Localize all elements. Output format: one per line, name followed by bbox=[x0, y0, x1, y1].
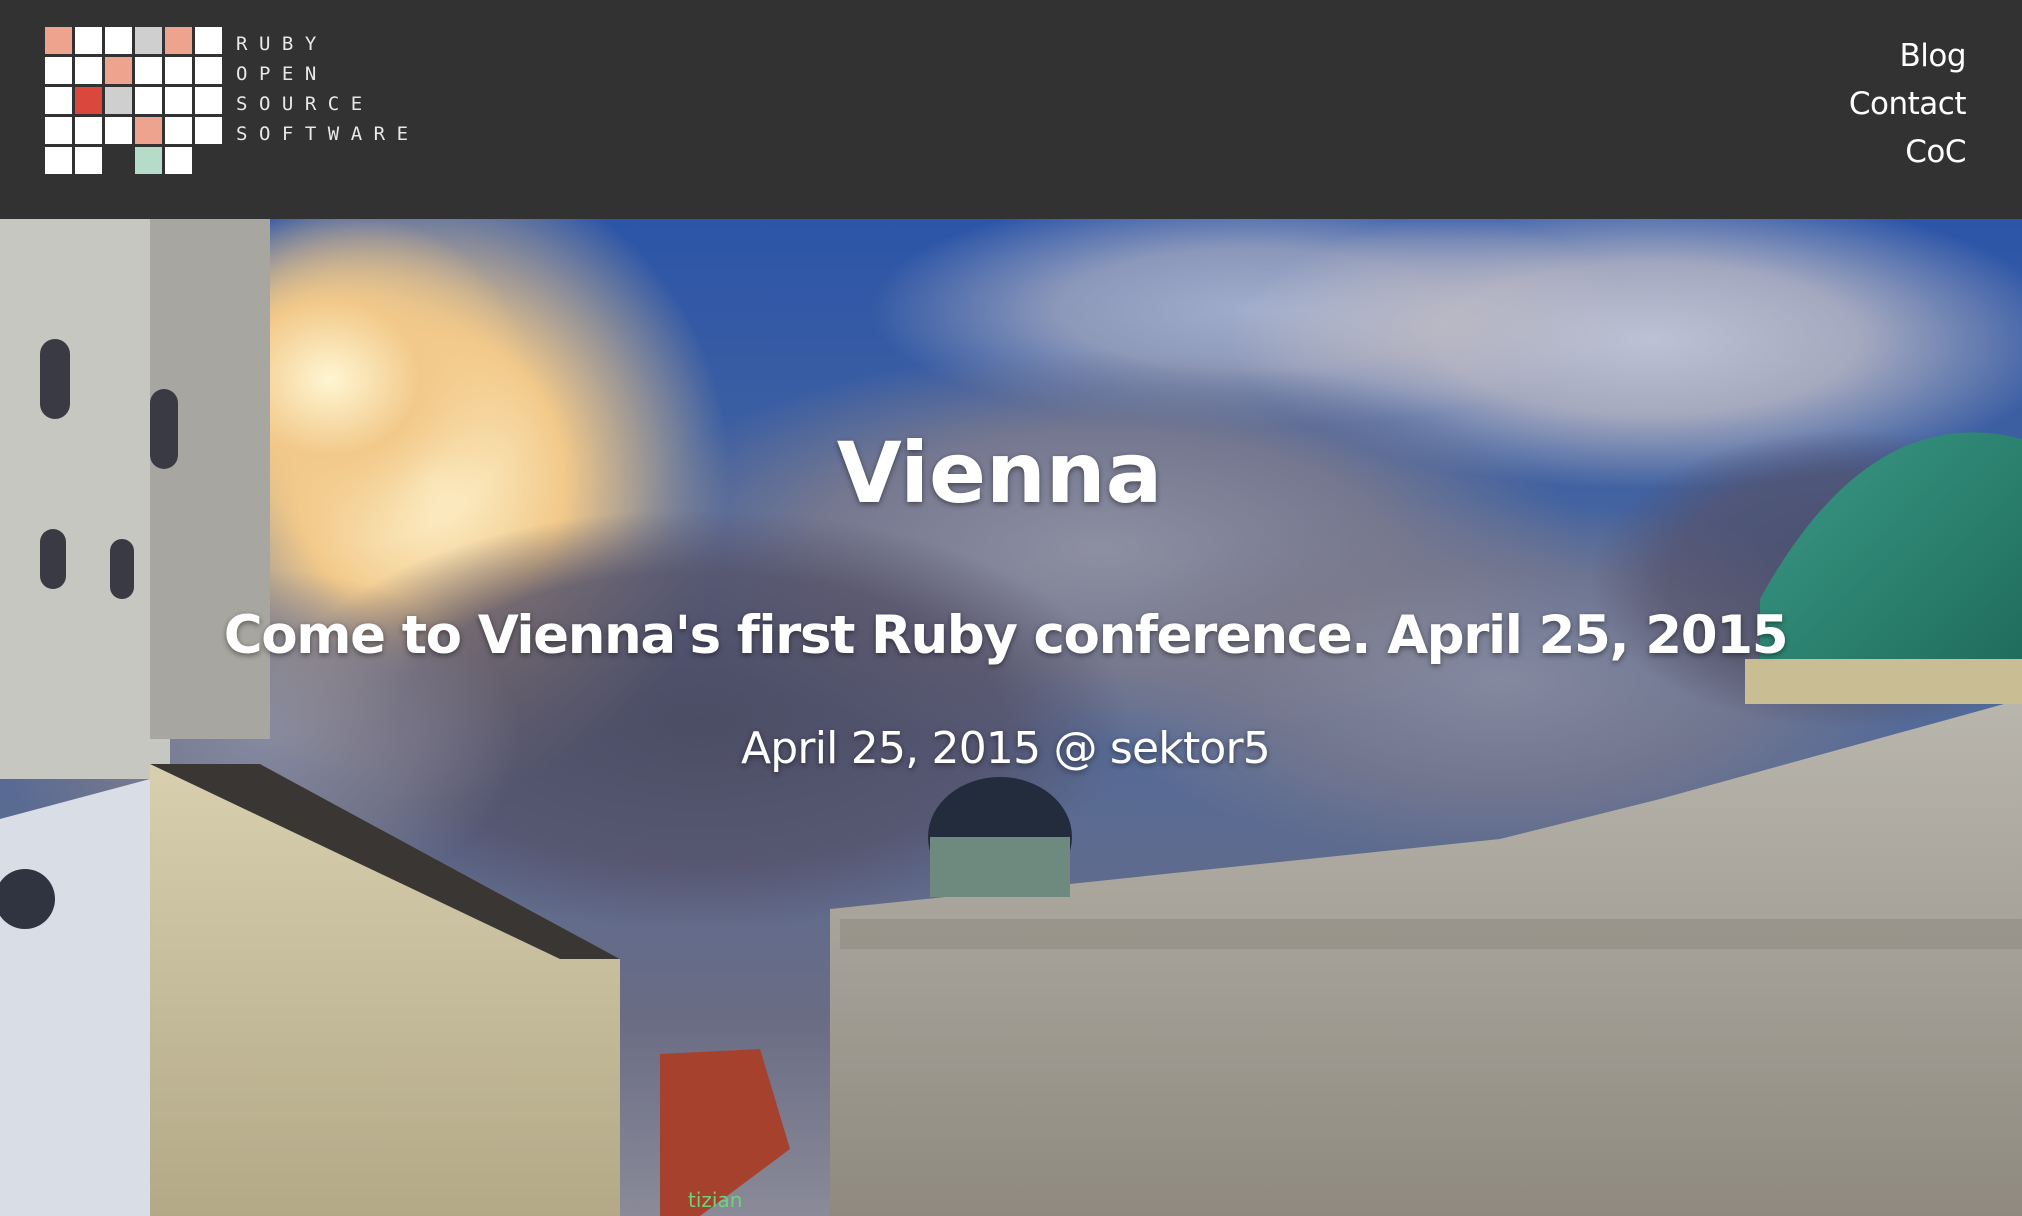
nav-link-contact[interactable]: Contact bbox=[1849, 80, 1967, 128]
logo-grid-cell bbox=[45, 117, 72, 144]
logo-grid-cell bbox=[105, 87, 132, 114]
logo-grid-cell bbox=[165, 87, 192, 114]
logo-grid-cell bbox=[105, 117, 132, 144]
vienna-hofburg-photo: tizian bbox=[0, 219, 2022, 1216]
logo-grid-cell bbox=[45, 57, 72, 84]
logo-grid-cell bbox=[45, 147, 72, 174]
logo-grid-cell bbox=[195, 57, 222, 84]
logo-grid-cell bbox=[195, 87, 222, 114]
site-header: RUBY OPEN SOURCE SOFTWARE Blog Contact C… bbox=[0, 0, 2022, 219]
logo-grid-cell bbox=[45, 27, 72, 54]
logo-grid-cell bbox=[135, 147, 162, 174]
logo-grid-cell bbox=[75, 117, 102, 144]
logo-line-software: SOFTWARE bbox=[236, 123, 420, 145]
logo-wordmark: RUBY OPEN SOURCE SOFTWARE bbox=[236, 29, 420, 149]
logo-grid-cell bbox=[195, 117, 222, 144]
main-nav: Blog Contact CoC bbox=[1849, 32, 1967, 176]
logo-grid-cell bbox=[195, 147, 222, 174]
nav-link-blog[interactable]: Blog bbox=[1849, 32, 1966, 80]
event-tagline: Come to Vienna's first Ruby conference. … bbox=[223, 605, 1789, 666]
logo-grid-cell bbox=[165, 117, 192, 144]
hero-banner: tizian Vienna Come to Vienna's first Rub… bbox=[0, 219, 2022, 1216]
logo-grid-cell bbox=[165, 57, 192, 84]
event-date-venue: April 25, 2015 @ sektor5 bbox=[741, 723, 1271, 774]
logo-grid-cell bbox=[105, 57, 132, 84]
event-city-title: Vienna bbox=[836, 424, 1163, 522]
logo-grid-cell bbox=[75, 27, 102, 54]
logo-grid-cell bbox=[75, 87, 102, 114]
logo-line-source: SOURCE bbox=[236, 93, 374, 115]
nav-link-coc[interactable]: CoC bbox=[1849, 128, 1966, 176]
logo-grid-cell bbox=[165, 27, 192, 54]
logo-line-open: OPEN bbox=[236, 63, 328, 85]
logo-grid-cell bbox=[165, 147, 192, 174]
logo-grid-cell bbox=[135, 117, 162, 144]
logo-grid-cell bbox=[105, 27, 132, 54]
logo-grid-cell bbox=[195, 27, 222, 54]
logo-grid-cell bbox=[135, 27, 162, 54]
logo-grid-cell bbox=[135, 57, 162, 84]
storefront-sign: tizian bbox=[688, 1188, 742, 1212]
logo-mark-grid bbox=[45, 27, 222, 174]
logo-grid-cell bbox=[75, 57, 102, 84]
logo-grid-cell bbox=[135, 87, 162, 114]
ruby-open-source-software-logo[interactable]: RUBY OPEN SOURCE SOFTWARE bbox=[45, 27, 420, 174]
logo-grid-cell bbox=[75, 147, 102, 174]
logo-line-ruby: RUBY bbox=[236, 33, 328, 55]
logo-grid-cell bbox=[105, 147, 132, 174]
logo-grid-cell bbox=[45, 87, 72, 114]
